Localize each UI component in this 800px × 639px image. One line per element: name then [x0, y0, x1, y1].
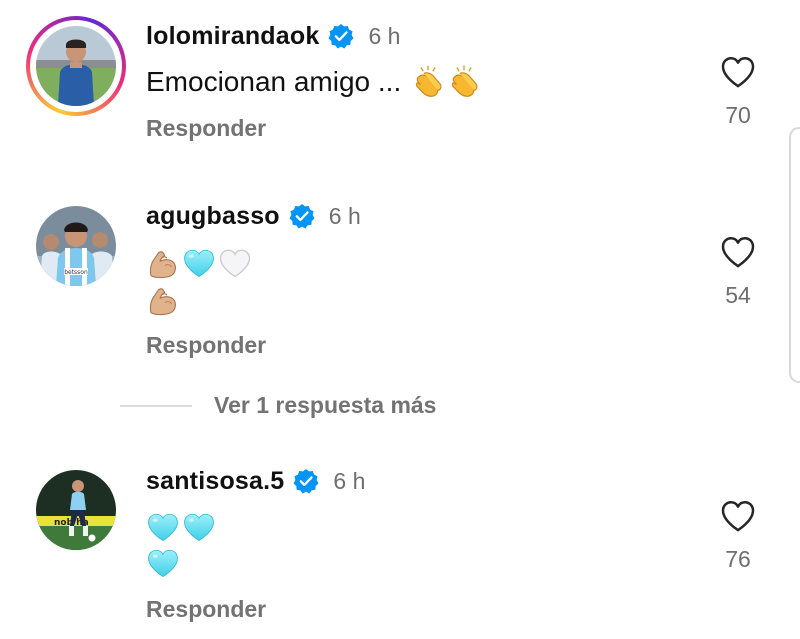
- comment-text-row: Emocionan amigo ...: [146, 64, 483, 100]
- comment-emoji-row-1: [146, 509, 218, 545]
- heart-outline-icon[interactable]: [718, 496, 758, 536]
- verified-badge-icon: [289, 203, 315, 229]
- like-count: 70: [725, 102, 751, 128]
- light-blue-heart-icon: [182, 510, 216, 544]
- heart-outline-icon[interactable]: [718, 232, 758, 272]
- username-row: santisosa.5 6 h: [146, 466, 365, 496]
- like-control: 54: [714, 232, 762, 309]
- light-blue-heart-icon: [182, 246, 216, 280]
- like-control: 70: [714, 52, 762, 129]
- flexed-biceps-icon: [146, 246, 180, 280]
- timestamp: 6 h: [328, 202, 361, 229]
- avatar[interactable]: betsson: [36, 206, 116, 286]
- view-more-replies-label[interactable]: Ver 1 respuesta más: [214, 392, 436, 419]
- timestamp: 6 h: [368, 22, 401, 49]
- avatar[interactable]: [36, 26, 116, 106]
- comment-emoji-row-1: [146, 245, 254, 281]
- comments-page: lolomirandaok 6 h Emocionan amigo ... Re…: [0, 0, 800, 639]
- light-blue-heart-icon: [146, 510, 180, 544]
- heart-outline-icon[interactable]: [718, 52, 758, 92]
- reply-button[interactable]: Responder: [146, 596, 266, 623]
- clapping-hands-icon: [447, 65, 481, 99]
- avatar[interactable]: nob ha: [36, 470, 116, 550]
- verified-badge-icon: [293, 468, 319, 494]
- view-more-replies[interactable]: Ver 1 respuesta más: [120, 392, 436, 419]
- username-row: lolomirandaok 6 h: [146, 21, 400, 51]
- scrollbar-handle[interactable]: [789, 127, 800, 383]
- divider-line: [120, 404, 192, 407]
- comment-emoji-row-2: [146, 545, 182, 581]
- reply-button[interactable]: Responder: [146, 332, 266, 359]
- verified-badge-icon: [328, 23, 354, 49]
- clapping-hands-icon: [411, 65, 445, 99]
- like-count: 54: [725, 282, 751, 308]
- username-row: agugbasso 6 h: [146, 201, 361, 231]
- timestamp: 6 h: [333, 467, 366, 494]
- like-count: 76: [725, 546, 751, 572]
- svg-text:betsson: betsson: [64, 269, 88, 276]
- reply-button[interactable]: Responder: [146, 115, 266, 142]
- flexed-biceps-icon: [146, 283, 180, 317]
- white-heart-icon: [218, 246, 252, 280]
- comment-text: Emocionan amigo ...: [146, 66, 402, 97]
- light-blue-heart-icon: [146, 546, 180, 580]
- comment-emoji-row-2: [146, 282, 182, 318]
- username[interactable]: agugbasso: [146, 202, 280, 231]
- username[interactable]: lolomirandaok: [146, 22, 319, 51]
- like-control: 76: [714, 496, 762, 573]
- username[interactable]: santisosa.5: [146, 467, 284, 496]
